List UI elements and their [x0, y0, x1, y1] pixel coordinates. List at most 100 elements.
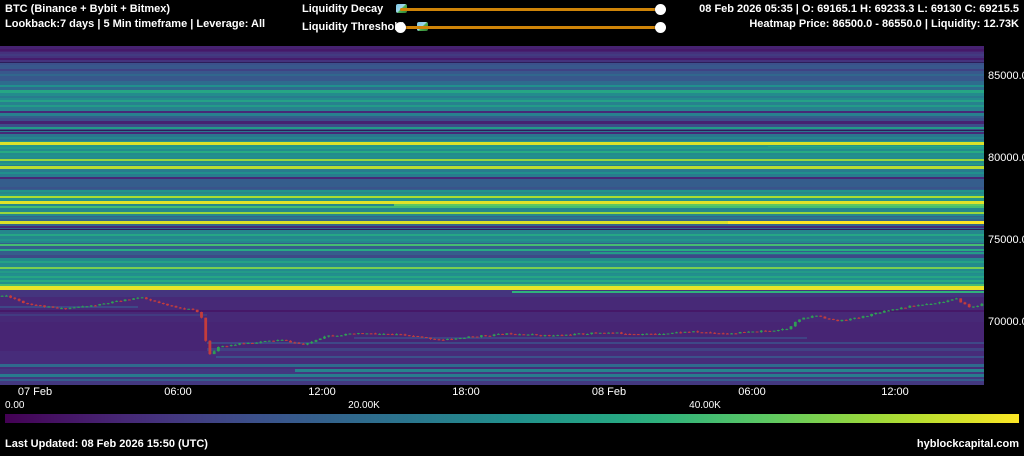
candle-body [836, 320, 839, 321]
candle-body [726, 334, 729, 335]
candle-body [107, 303, 110, 304]
candle-body [544, 335, 547, 336]
candle-body [785, 329, 788, 330]
candle-body [13, 298, 16, 299]
candle-body [764, 331, 767, 332]
candle-body [5, 296, 8, 297]
candle-body [9, 296, 12, 298]
candle-body [595, 333, 598, 334]
candle-body [662, 334, 665, 335]
candle-body [467, 337, 470, 338]
candle-body [268, 341, 271, 342]
candle-body [1, 296, 4, 297]
candle-body [505, 333, 508, 335]
candle-body [819, 316, 822, 317]
candle-body [701, 332, 704, 333]
candle-body [870, 314, 873, 316]
crosshair-info: 08 Feb 2026 05:35 | O: 69165.1 H: 69233.… [699, 2, 1019, 32]
slider-handle[interactable] [395, 22, 406, 33]
slider-handle[interactable] [655, 22, 666, 33]
candle-body [145, 297, 148, 299]
candle-body [891, 309, 894, 310]
price-axis[interactable]: 85000.080000.075000.070000.0 [988, 46, 1024, 385]
liquidity-threshold-label: Liquidity Threshold [302, 19, 404, 35]
footer-bar: Last Updated: 08 Feb 2026 15:50 (UTC) hy… [0, 430, 1024, 456]
candle-body [56, 308, 59, 309]
candle-body [353, 334, 356, 335]
candle-body [896, 309, 899, 310]
candle-body [845, 320, 848, 321]
candle-body [124, 300, 127, 302]
candle-body [361, 333, 364, 334]
candle-body [327, 336, 330, 337]
candle-body [964, 302, 967, 304]
candle-body [908, 306, 911, 308]
candle-body [548, 335, 551, 336]
candle-body [887, 311, 890, 312]
candle-body [35, 305, 38, 306]
candle-body [285, 340, 288, 341]
candle-body [590, 333, 593, 334]
candle-body [671, 333, 674, 334]
candle-body [480, 335, 483, 337]
candle-body [934, 303, 937, 304]
candle-body [366, 333, 369, 334]
candle-body [722, 333, 725, 334]
liquidation-heatmap[interactable]: HYBLOCK [0, 46, 984, 385]
candle-body [735, 333, 738, 334]
candle-body [790, 326, 793, 329]
candle-body [158, 302, 161, 303]
candle-body [556, 335, 559, 336]
candle-body [175, 306, 178, 307]
candle-body [968, 304, 971, 307]
candle-body [183, 308, 186, 309]
colorbar-tick-label: 20.00K [348, 400, 380, 411]
header-bar: BTC (Binance + Bybit + Bitmex) Lookback:… [0, 0, 1024, 46]
candle-body [120, 301, 123, 302]
candle-body [259, 342, 262, 343]
liquidity-decay-slider[interactable] [400, 8, 660, 11]
candle-body [841, 320, 844, 321]
candle-body [213, 351, 216, 354]
candle-body [81, 306, 84, 307]
candle-body [136, 298, 139, 299]
candle-body [98, 304, 101, 306]
candle-body [489, 336, 492, 337]
candle-body [930, 304, 933, 305]
candlestick-overlay [0, 46, 984, 385]
candle-body [217, 347, 220, 351]
candle-body [798, 320, 801, 322]
candle-body [425, 337, 428, 338]
candle-body [73, 307, 76, 308]
candle-body [111, 302, 114, 304]
candle-body [170, 305, 173, 306]
candle-body [730, 333, 733, 334]
liquidity-threshold-slider[interactable] [400, 26, 660, 29]
site-link[interactable]: hyblockcapital.com [917, 438, 1019, 450]
candle-body [90, 306, 93, 307]
slider-handle[interactable] [655, 4, 666, 15]
candle-body [264, 341, 267, 342]
candle-body [696, 331, 699, 332]
colorbar-ticks: 0.0020.00K40.00K [0, 400, 1024, 412]
candle-body [247, 343, 250, 344]
candle-body [315, 340, 318, 342]
candle-body [522, 334, 525, 335]
candle-body [238, 343, 241, 344]
candle-body [200, 312, 203, 318]
candle-body [94, 306, 97, 307]
candle-body [527, 335, 530, 336]
candle-body [616, 333, 619, 334]
candle-body [883, 311, 886, 313]
candle-body [862, 316, 865, 318]
candle-body [955, 298, 958, 299]
candle-body [654, 334, 657, 335]
candle-body [832, 319, 835, 320]
candle-body [760, 331, 763, 332]
candle-body [455, 339, 458, 340]
candle-body [794, 322, 797, 326]
time-axis[interactable]: 07 Feb06:0012:0018:0008 Feb06:0012:00 [0, 385, 984, 399]
candle-body [47, 307, 50, 308]
candle-body [476, 337, 479, 338]
candle-body [773, 331, 776, 332]
